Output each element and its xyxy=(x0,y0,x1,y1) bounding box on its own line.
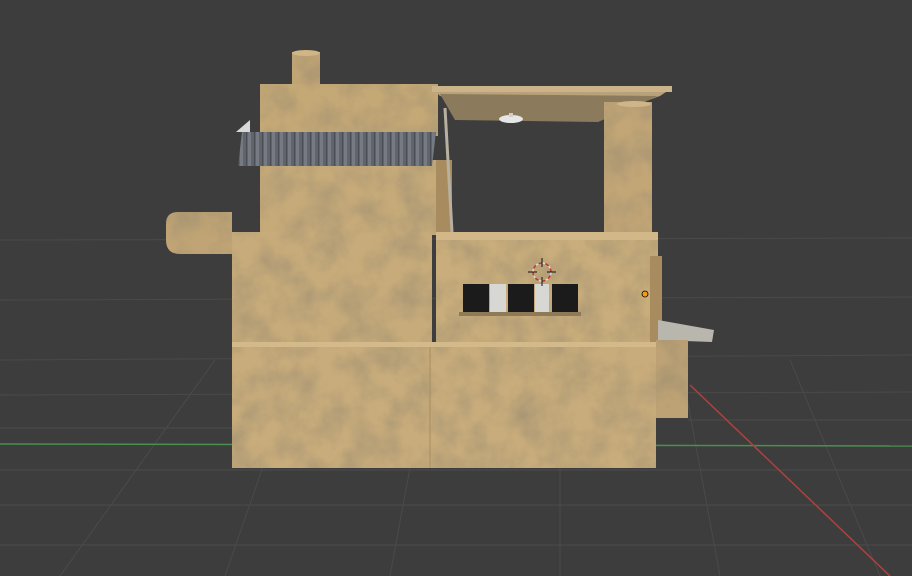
tower-body[interactable] xyxy=(260,160,436,235)
window-sill xyxy=(459,312,581,316)
right-low-wall[interactable] xyxy=(656,340,688,418)
base-wall-top xyxy=(232,342,656,347)
window-block-top xyxy=(436,232,658,240)
window[interactable] xyxy=(552,284,578,312)
object-origin-icon[interactable] xyxy=(641,290,649,298)
corrugated-roof[interactable] xyxy=(238,132,436,166)
window[interactable] xyxy=(463,284,489,312)
chimney[interactable] xyxy=(292,52,320,86)
window-frame xyxy=(490,284,506,312)
base-wall[interactable] xyxy=(232,345,656,468)
column-top xyxy=(617,101,651,107)
support-column[interactable] xyxy=(604,102,652,236)
viewport-canvas[interactable] xyxy=(0,0,912,576)
window[interactable] xyxy=(508,284,534,312)
main-wall[interactable] xyxy=(232,232,432,348)
upper-tower[interactable] xyxy=(260,84,438,136)
chimney-top xyxy=(292,50,320,56)
canopy-edge xyxy=(432,86,672,92)
3d-viewport[interactable] xyxy=(0,0,912,576)
side-annex[interactable] xyxy=(166,212,232,254)
window-frame xyxy=(535,284,549,312)
